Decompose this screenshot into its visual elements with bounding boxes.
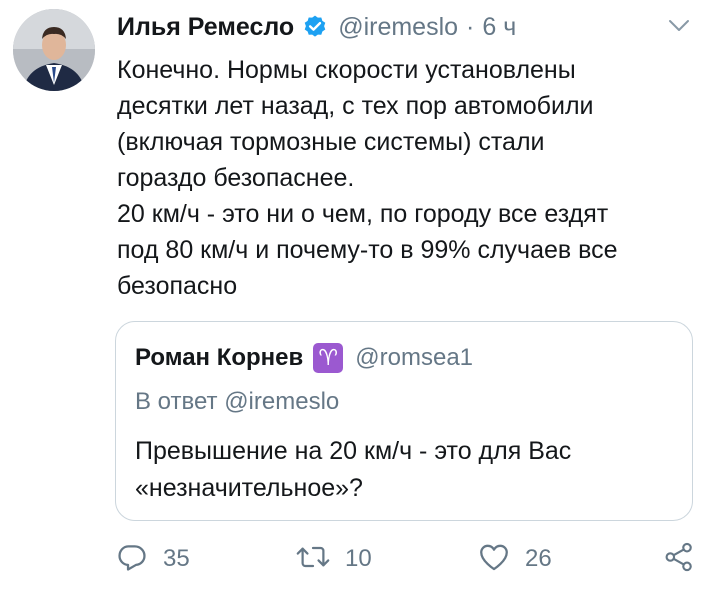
tweet-text-line: 20 км/ч - это ни о чем, по городу все ез… xyxy=(117,200,609,228)
retweet-count: 10 xyxy=(345,545,372,572)
reply-mention[interactable]: @iremeslo xyxy=(224,388,339,415)
like-button[interactable]: 26 xyxy=(477,540,552,578)
quoted-text: Превышение на 20 км/ч - это для Вас «нез… xyxy=(135,433,571,507)
author-handle[interactable]: @iremeslo xyxy=(338,13,458,42)
share-button[interactable] xyxy=(663,540,695,578)
tweet-text-line: десятки лет назад, с тех пор автомобили xyxy=(117,92,594,120)
quoted-text-line: «незначительное»? xyxy=(135,474,363,502)
tweet-text-line: под 80 км/ч и почему-то в 99% случаев вс… xyxy=(117,236,618,264)
tweet-text-line: (включая тормозные системы) стали xyxy=(117,128,545,156)
aries-emoji: ♈ xyxy=(313,343,344,373)
quoted-header: Роман Корнев ♈ @romsea1 xyxy=(135,340,473,376)
retweet-button[interactable]: 10 xyxy=(295,540,372,578)
share-icon xyxy=(663,541,695,578)
verified-badge-icon xyxy=(302,14,328,40)
tweet-text-line: гораздо безопаснее. xyxy=(117,164,355,192)
chevron-down-icon[interactable] xyxy=(667,14,691,38)
like-count: 26 xyxy=(525,545,552,572)
time-separator: · xyxy=(466,12,475,41)
reply-prefix: В ответ xyxy=(135,388,218,415)
heart-icon xyxy=(477,540,511,579)
retweet-icon xyxy=(295,540,331,579)
reply-context: В ответ @iremeslo xyxy=(135,388,339,416)
tweet-text-line: Конечно. Нормы скорости установлены xyxy=(117,56,576,84)
tweet-text: Конечно. Нормы скорости установлены деся… xyxy=(117,52,697,304)
action-bar: 35 10 26 xyxy=(115,540,695,578)
avatar[interactable] xyxy=(13,9,95,91)
timestamp[interactable]: 6 ч xyxy=(482,13,516,42)
reply-icon xyxy=(115,540,149,579)
tweet-text-line: безопасно xyxy=(117,272,238,300)
tweet-header: Илья Ремесло @iremeslo · 6 ч xyxy=(117,8,691,46)
quoted-author-handle: @romsea1 xyxy=(355,344,474,371)
quoted-tweet[interactable]: Роман Корнев ♈ @romsea1 В ответ @iremesl… xyxy=(115,321,693,521)
reply-count: 35 xyxy=(163,545,190,572)
quoted-author-name: Роман Корнев xyxy=(135,344,304,371)
reply-button[interactable]: 35 xyxy=(115,540,190,578)
author-name[interactable]: Илья Ремесло xyxy=(117,13,294,42)
quoted-text-line: Превышение на 20 км/ч - это для Вас xyxy=(135,437,572,465)
